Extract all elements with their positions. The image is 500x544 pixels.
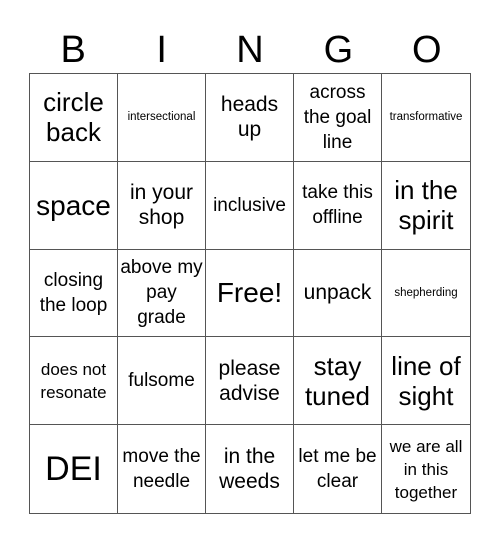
bingo-cell[interactable]: take this offline [294,161,382,250]
bingo-cell[interactable]: Free! [206,249,294,338]
bingo-cell[interactable]: unpack [294,249,382,338]
bingo-cell-text: circle back [43,87,104,148]
header-letter-b: B [60,29,86,71]
bingo-cell-text: closing the loop [39,269,108,316]
bingo-cell-text: transformative [389,111,463,124]
bingo-cell-text: let me be clear [298,446,377,493]
bingo-cell-text: inclusive [213,194,286,216]
bingo-cell[interactable]: does not resonate [30,337,118,426]
bingo-cell[interactable]: above my pay grade [118,249,206,338]
bingo-cell[interactable]: heads up [206,74,294,162]
bingo-cell[interactable]: in your shop [118,161,206,250]
header-letter-i: I [156,29,167,71]
bingo-cell[interactable]: space [30,161,118,250]
bingo-cell[interactable]: stay tuned [294,337,382,426]
bingo-cell[interactable]: fulsome [118,337,206,426]
bingo-cell[interactable]: move the needle [118,425,206,513]
bingo-cell-text: Free! [216,277,283,309]
bingo-cell-text: move the needle [122,446,201,493]
bingo-header: B I N G O [29,30,471,70]
header-letter-n: N [236,29,264,71]
bingo-cell-text: in the spirit [394,175,458,236]
bingo-cell[interactable]: circle back [30,74,118,162]
bingo-cell-text: heads up [220,93,279,142]
bingo-cell-text: does not resonate [40,359,107,402]
bingo-cell[interactable]: line of sight [382,337,470,426]
bingo-cell-text: take this offline [302,182,373,229]
bingo-cell[interactable]: in the weeds [206,425,294,513]
bingo-cell[interactable]: inclusive [206,161,294,250]
bingo-cell-text: fulsome [128,370,195,392]
bingo-cell[interactable]: in the spirit [382,162,470,250]
bingo-cell-text: above my pay grade [120,257,203,329]
bingo-grid: circle back intersectional heads up across … [29,73,471,514]
bingo-cell-text: DEI [45,450,102,489]
bingo-cell[interactable]: please advise [206,337,294,426]
bingo-cell[interactable]: shepherding [382,250,470,338]
header-letter-g: G [323,29,354,71]
bingo-cell[interactable]: we are all in this together [382,425,470,513]
bingo-cell[interactable]: intersectional [118,74,206,162]
bingo-cell-text: in the weeds [219,445,280,494]
header-letter-o: O [412,29,442,71]
bingo-cell-text: stay tuned [304,350,371,411]
bingo-cell-text: intersectional [127,111,196,124]
bingo-cell-text: unpack [303,281,372,305]
bingo-cell[interactable]: across the goal line [294,74,382,162]
bingo-cell-text: please advise [218,356,281,405]
bingo-cell-text: we are all in this together [389,436,463,502]
bingo-cell[interactable]: transformative [382,74,470,162]
bingo-cell-text: line of sight [391,350,461,411]
bingo-cell-text: space [36,189,111,221]
bingo-cell[interactable]: let me be clear [294,425,382,513]
bingo-cell-text: shepherding [394,286,458,299]
bingo-cell-text: across the goal line [303,81,372,153]
bingo-cell[interactable]: closing the loop [30,249,118,338]
bingo-cell-text: in your shop [129,181,194,230]
bingo-cell[interactable]: DEI [30,425,118,513]
